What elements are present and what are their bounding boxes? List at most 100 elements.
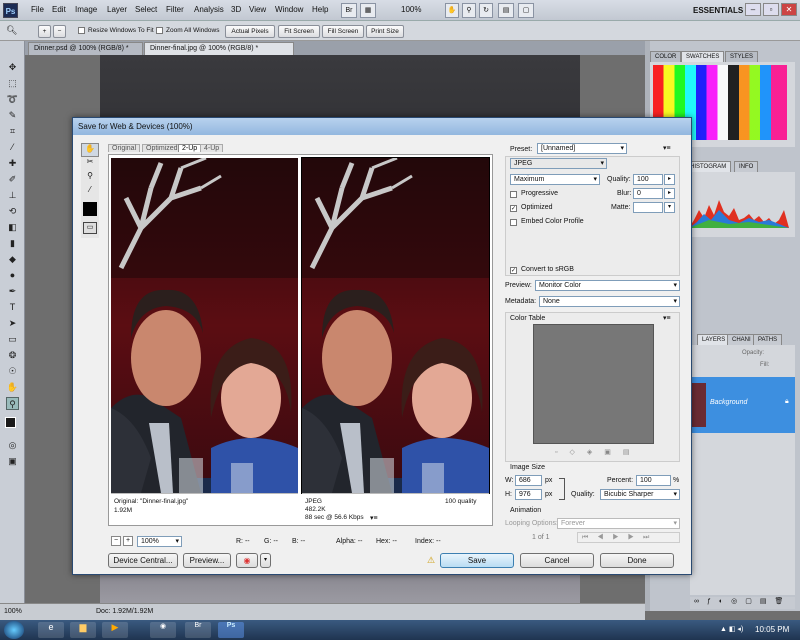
zoom-icon[interactable]: ⚲ xyxy=(462,3,476,18)
stamp-tool-icon[interactable]: ⊥ xyxy=(6,189,19,202)
menu-select[interactable]: Select xyxy=(135,5,157,14)
zoom-out-button[interactable]: − xyxy=(111,536,121,546)
hand-icon[interactable]: ✋ xyxy=(445,3,459,18)
preview-select[interactable]: Monitor Color xyxy=(535,280,680,291)
tray-icons[interactable]: ▲ ◧ ◂) xyxy=(720,625,743,633)
color-table-menu-icon[interactable]: ▾≡ xyxy=(663,314,671,322)
cancel-button[interactable]: Cancel xyxy=(520,553,594,568)
3d-orbit-icon[interactable]: ☉ xyxy=(6,365,19,378)
layer-row-background[interactable]: Background 🔒︎ xyxy=(690,377,795,433)
rotate-icon[interactable]: ↻ xyxy=(479,3,493,18)
compression-select[interactable]: Maximum xyxy=(510,174,600,185)
menu-filter[interactable]: Filter xyxy=(166,5,184,14)
original-preview[interactable] xyxy=(111,158,298,493)
blur-input[interactable]: 0 xyxy=(633,188,663,199)
guides-button[interactable]: ▦ xyxy=(360,3,376,18)
save-button[interactable]: Save xyxy=(440,553,514,568)
zoom-tool-icon[interactable]: 🔍︎ xyxy=(6,25,17,36)
layers-footer-icons[interactable]: ∞ƒ◐◎▢▤🗑︎ xyxy=(690,597,795,609)
crop-tool-icon[interactable]: ⌗ xyxy=(6,125,19,138)
tab-info[interactable]: INFO xyxy=(734,161,759,172)
tab-dinner-psd[interactable]: Dinner.psd @ 100% (RGB/8) * xyxy=(28,42,143,55)
percent-input[interactable]: 100 xyxy=(636,475,671,486)
shape-tool-icon[interactable]: ▭ xyxy=(6,333,19,346)
tab-color[interactable]: COLOR xyxy=(650,51,682,62)
menu-image[interactable]: Image xyxy=(75,5,97,14)
zoom-out-button[interactable]: − xyxy=(53,25,66,38)
hand-icon[interactable]: ✋ xyxy=(81,143,99,157)
healing-tool-icon[interactable]: ✚ xyxy=(6,157,19,170)
matte-swatch[interactable] xyxy=(633,202,663,213)
print-size-button[interactable]: Print Size xyxy=(366,25,404,38)
3d-rotate-icon[interactable]: ❂ xyxy=(6,349,19,362)
device-central-button[interactable]: Device Central... xyxy=(108,553,178,568)
menu-window[interactable]: Window xyxy=(275,5,303,14)
format-select[interactable]: JPEG xyxy=(510,158,607,169)
path-select-icon[interactable]: ➤ xyxy=(6,317,19,330)
browser-dropdown-icon[interactable]: ▾ xyxy=(260,553,271,568)
menu-edit[interactable]: Edit xyxy=(52,5,66,14)
quick-select-icon[interactable]: ✎ xyxy=(6,109,19,122)
pen-tool-icon[interactable]: ✒ xyxy=(6,285,19,298)
minimize-button[interactable]: – xyxy=(745,3,761,16)
gradient-tool-icon[interactable]: ▮ xyxy=(6,237,19,250)
preset-select[interactable]: [Unnamed] xyxy=(537,143,627,154)
link-chain-icon[interactable] xyxy=(559,478,565,500)
matte-dropdown[interactable]: ▾ xyxy=(664,202,675,213)
bridge-taskbar-icon[interactable]: Br xyxy=(185,622,211,638)
zoom-in-button[interactable]: + xyxy=(38,25,51,38)
tab-channels[interactable]: CHANI xyxy=(727,334,756,345)
bridge-button[interactable]: Br xyxy=(341,3,357,18)
type-tool-icon[interactable]: T xyxy=(6,301,19,314)
explorer-icon[interactable]: ▆ xyxy=(70,622,96,638)
zoom-select[interactable]: 100% xyxy=(137,536,182,547)
tab-2-up[interactable]: 2-Up xyxy=(178,144,202,152)
history-brush-icon[interactable]: ⟲ xyxy=(6,205,19,218)
tab-optimized[interactable]: Optimized xyxy=(142,144,182,152)
menu-help[interactable]: Help xyxy=(312,5,328,14)
fit-screen-button[interactable]: Fit Screen xyxy=(278,25,320,38)
dodge-tool-icon[interactable]: ● xyxy=(6,269,19,282)
actual-pixels-button[interactable]: Actual Pixels xyxy=(225,25,275,38)
resize-windows-checkbox[interactable] xyxy=(78,27,85,36)
menu-analysis[interactable]: Analysis xyxy=(194,5,224,14)
foreground-color-swatch[interactable] xyxy=(5,417,16,428)
embed-profile-checkbox[interactable] xyxy=(510,219,517,226)
tab-original[interactable]: Original xyxy=(108,144,141,152)
brush-tool-icon[interactable]: ✐ xyxy=(6,173,19,186)
metadata-select[interactable]: None xyxy=(539,296,680,307)
start-button[interactable] xyxy=(4,621,24,639)
fill-screen-button[interactable]: Fill Screen xyxy=(322,25,364,38)
close-button[interactable]: ✕ xyxy=(781,3,797,16)
tab-layers[interactable]: LAYERS xyxy=(697,334,731,345)
slice-select-icon[interactable]: ✂ xyxy=(81,157,99,171)
eyedropper-icon[interactable]: ⁄ xyxy=(81,185,99,199)
quick-mask-icon[interactable]: ◎ xyxy=(6,439,19,452)
blur-tool-icon[interactable]: ◆ xyxy=(6,253,19,266)
optimize-menu-icon[interactable]: ▾≡ xyxy=(663,144,671,152)
marquee-tool-icon[interactable]: ⬚ xyxy=(6,77,19,90)
arrange-icon[interactable]: ▤ xyxy=(498,3,514,18)
toggle-slices-icon[interactable]: ▭ xyxy=(83,222,97,234)
media-player-icon[interactable]: ▶ xyxy=(102,622,128,638)
tab-paths[interactable]: PATHS xyxy=(753,334,783,345)
zoom-tool-icon[interactable]: ⚲ xyxy=(6,397,19,410)
menu-3d[interactable]: 3D xyxy=(231,5,241,14)
zoom-icon[interactable]: ⚲ xyxy=(81,171,99,185)
clock[interactable]: 10:05 PM xyxy=(755,625,789,634)
hand-tool-icon[interactable]: ✋ xyxy=(6,381,19,394)
color-table-icons[interactable]: ▫◇◈▣▤ xyxy=(555,448,641,456)
status-zoom[interactable]: 100% xyxy=(4,608,22,615)
looping-select[interactable]: Forever xyxy=(557,518,680,529)
width-input[interactable]: 686 xyxy=(515,475,542,486)
menu-layer[interactable]: Layer xyxy=(107,5,127,14)
menu-file[interactable]: File xyxy=(31,5,44,14)
quality-dropdown[interactable]: ▸ xyxy=(664,174,675,185)
blur-dropdown[interactable]: ▸ xyxy=(664,188,675,199)
maximize-button[interactable]: ▫ xyxy=(763,3,779,16)
menu-view[interactable]: View xyxy=(249,5,266,14)
zoom-all-checkbox[interactable] xyxy=(156,27,163,36)
tab-swatches[interactable]: SWATCHES xyxy=(681,51,725,62)
eyedropper-color-swatch[interactable] xyxy=(83,202,97,216)
workspace-switcher[interactable]: ESSENTIALS xyxy=(693,6,743,15)
